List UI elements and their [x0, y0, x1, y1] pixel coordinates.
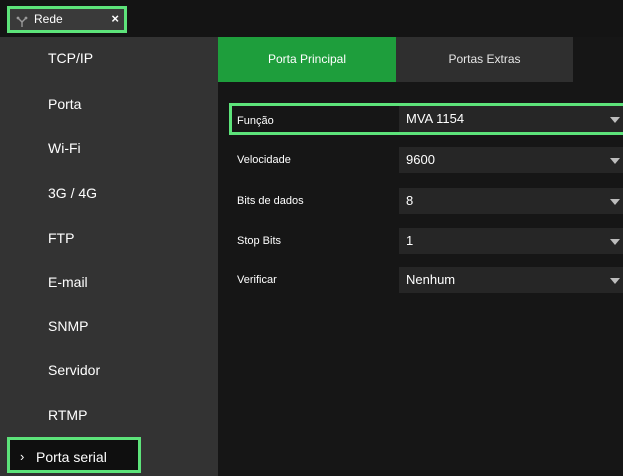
field-funcao: Função MVA 1154 [229, 103, 623, 135]
field-velocidade: Velocidade 9600 [218, 147, 623, 173]
field-label: Velocidade [237, 154, 291, 166]
sidebar-item-ftp[interactable]: FTP [0, 217, 218, 261]
sidebar-item-3g4g[interactable]: 3G / 4G [0, 172, 218, 216]
funcao-select[interactable]: MVA 1154 [399, 106, 623, 132]
stop-bits-select[interactable]: 1 [399, 228, 623, 254]
caret-down-icon [610, 199, 620, 205]
network-icon [16, 15, 28, 27]
field-label: Bits de dados [237, 195, 304, 207]
sidebar-item-label: SNMP [48, 318, 89, 334]
sidebar-item-porta-serial[interactable]: › Porta serial [7, 437, 141, 473]
select-value: MVA 1154 [406, 111, 465, 126]
sidebar-item-snmp[interactable]: SNMP [0, 305, 218, 349]
sidebar-item-rtmp[interactable]: RTMP [0, 394, 218, 438]
main-panel: Porta Principal Portas Extras Função MVA… [218, 37, 623, 476]
sidebar-item-label: TCP/IP [48, 50, 94, 66]
tab-portas-extras[interactable]: Portas Extras [396, 37, 573, 82]
sidebar-item-wifi[interactable]: Wi-Fi [0, 127, 218, 171]
field-label: Função [237, 115, 274, 127]
sidebar-item-porta[interactable]: Porta [0, 83, 218, 127]
sidebar-item-email[interactable]: E-mail [0, 261, 218, 305]
select-value: Nenhum [406, 272, 456, 287]
sidebar-item-label: Servidor [48, 362, 101, 378]
field-stop-bits: Stop Bits 1 [218, 228, 623, 254]
sidebar-item-label: Wi-Fi [48, 140, 81, 156]
tab-porta-principal[interactable]: Porta Principal [218, 37, 396, 82]
select-value: 1 [406, 233, 414, 248]
tab-rede[interactable]: Rede × [7, 6, 127, 33]
caret-down-icon [610, 117, 620, 123]
top-bar: Rede × [0, 0, 623, 37]
bits-de-dados-select[interactable]: 8 [399, 188, 623, 214]
verificar-select[interactable]: Nenhum [399, 267, 623, 293]
field-label: Stop Bits [237, 235, 282, 247]
caret-down-icon [610, 278, 620, 284]
field-verificar: Verificar Nenhum [218, 267, 623, 293]
sidebar-item-label: RTMP [48, 407, 88, 423]
field-bits-de-dados: Bits de dados 8 [218, 188, 623, 214]
sidebar-item-servidor[interactable]: Servidor [0, 349, 218, 393]
chevron-right-icon: › [20, 449, 25, 464]
sidebar-item-label: 3G / 4G [48, 185, 98, 201]
close-icon[interactable]: × [111, 11, 119, 26]
field-label: Verificar [237, 274, 277, 286]
sidebar-item-label: Porta serial [36, 449, 107, 465]
sidebar-item-label: E-mail [48, 274, 88, 290]
caret-down-icon [610, 239, 620, 245]
tab-label: Rede [34, 12, 63, 26]
velocidade-select[interactable]: 9600 [399, 147, 623, 173]
sidebar: TCP/IP Porta Wi-Fi 3G / 4G FTP E-mail SN… [0, 37, 218, 476]
sidebar-item-tcpip[interactable]: TCP/IP [0, 37, 218, 81]
sidebar-item-label: Porta [48, 96, 82, 112]
caret-down-icon [610, 158, 620, 164]
select-value: 9600 [406, 152, 435, 167]
sidebar-item-label: FTP [48, 230, 75, 246]
select-value: 8 [406, 193, 414, 208]
